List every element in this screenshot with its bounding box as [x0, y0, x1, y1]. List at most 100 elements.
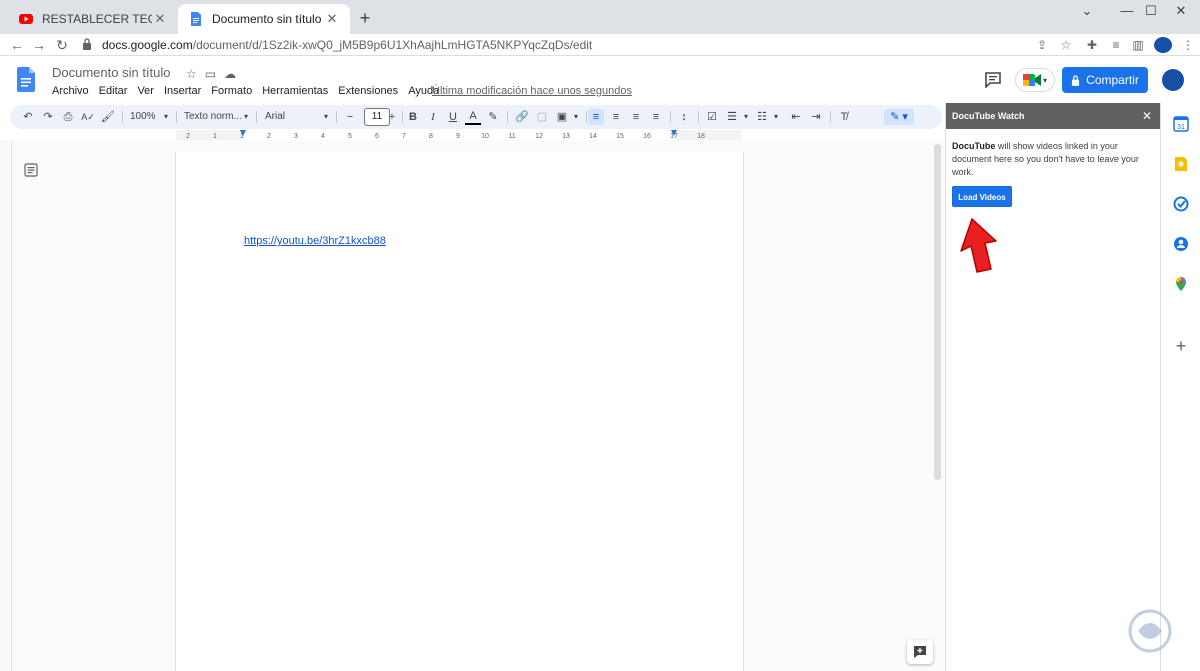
chevron-down-icon: ▾ [773, 112, 778, 121]
add-comment-icon[interactable]: ▢ [534, 109, 550, 125]
ruler-tick-label: 2 [186, 133, 190, 140]
decrease-font-size-button[interactable]: − [342, 109, 358, 125]
contacts-icon[interactable] [1173, 236, 1189, 252]
menu-archivo[interactable]: Archivo [52, 85, 89, 97]
cloud-status-icon[interactable]: ☁ [224, 67, 236, 81]
lock-icon [1072, 74, 1080, 86]
lock-icon[interactable] [78, 36, 96, 54]
align-left-button[interactable]: ≡ [588, 109, 604, 125]
chevron-down-icon: ▾ [163, 112, 168, 121]
maps-icon[interactable] [1173, 276, 1189, 292]
extensions-puzzle-icon[interactable]: ✚ [1084, 37, 1100, 53]
align-center-button[interactable]: ≡ [608, 109, 624, 125]
underline-button[interactable]: U [445, 109, 461, 125]
increase-indent-icon[interactable]: ⇥ [808, 109, 824, 125]
browser-tab-docs[interactable]: Documento sin título - Docum ✕ [178, 4, 350, 34]
italic-button[interactable]: I [425, 109, 441, 125]
ruler-tick-label: 8 [429, 133, 433, 140]
redo-icon[interactable]: ↷ [40, 109, 56, 125]
meet-button[interactable]: ▾ [1015, 68, 1055, 92]
keep-icon[interactable] [1173, 156, 1189, 172]
ruler-tick-label: 5 [348, 133, 352, 140]
clear-formatting-icon[interactable]: T̸ [836, 109, 852, 125]
menu-insertar[interactable]: Insertar [164, 85, 201, 97]
checklist-icon[interactable]: ☑ [704, 109, 720, 125]
menu-herramientas[interactable]: Herramientas [262, 85, 328, 97]
chevron-down-icon: ▾ [323, 112, 328, 121]
reading-list-icon[interactable]: ≡ [1108, 37, 1124, 53]
spellcheck-icon[interactable]: A✓ [80, 109, 96, 125]
print-icon[interactable]: ⎙ [60, 109, 76, 125]
google-docs-logo-icon[interactable] [17, 67, 35, 92]
chevron-down-icon: ▾ [743, 112, 748, 121]
menu-extensiones[interactable]: Extensiones [338, 85, 398, 97]
tasks-icon[interactable] [1173, 196, 1189, 212]
close-icon[interactable]: ✕ [1142, 103, 1152, 129]
meet-icon [1022, 74, 1041, 86]
new-tab-button[interactable]: + [356, 9, 374, 27]
close-icon[interactable]: ✕ [324, 11, 340, 27]
last-modified-link[interactable]: Última modificación hace unos segundos [432, 85, 632, 97]
formatting-toolbar: ↶ ↷ ⎙ A✓ 🖌 100% ▾ Texto norm... ▾ Arial … [10, 105, 942, 129]
ruler-tick-label: 6 [375, 133, 379, 140]
explore-button[interactable] [907, 640, 933, 664]
star-icon[interactable]: ☆ [186, 67, 197, 81]
horizontal-ruler: 2 1 1 2 3 4 5 6 7 8 9 10 11 12 13 14 15 16 17 18 [176, 130, 742, 140]
vertical-ruler [0, 140, 12, 671]
justify-button[interactable]: ≡ [648, 109, 664, 125]
link-icon[interactable]: 🔗 [514, 109, 530, 125]
ruler-tick-label: 18 [697, 133, 705, 140]
align-right-button[interactable]: ≡ [628, 109, 644, 125]
document-page[interactable] [175, 152, 744, 671]
account-avatar[interactable] [1162, 69, 1184, 91]
undo-icon[interactable]: ↶ [20, 109, 36, 125]
ruler-tick-label: 17 [670, 133, 678, 140]
document-title[interactable]: Documento sin título [52, 65, 171, 80]
decrease-indent-icon[interactable]: ⇤ [788, 109, 804, 125]
move-folder-icon[interactable]: ▭ [205, 67, 216, 81]
menu-ver[interactable]: Ver [137, 85, 154, 97]
watermark-logo-icon [1128, 609, 1172, 653]
increase-font-size-button[interactable]: + [384, 109, 400, 125]
menu-editar[interactable]: Editar [99, 85, 128, 97]
url-input[interactable]: docs.google.com/document/d/1Sz2ik-xwQ0_j… [102, 36, 972, 54]
panel-description: DocuTube will show videos linked in your… [952, 140, 1152, 179]
back-button[interactable]: ← [8, 36, 26, 54]
text-color-button[interactable]: A [465, 109, 481, 125]
paint-format-icon[interactable]: 🖌 [100, 109, 116, 125]
font-select[interactable]: Arial [265, 109, 315, 125]
bold-button[interactable]: B [405, 109, 421, 125]
paragraph-style-select[interactable]: Texto norm... [184, 109, 244, 125]
editing-mode-button[interactable]: ✎ ▾ [884, 109, 914, 125]
load-videos-button[interactable]: Load Videos [952, 186, 1012, 207]
add-comment-icon [914, 646, 926, 658]
highlight-icon[interactable]: ✎ [485, 109, 501, 125]
share-button[interactable]: Compartir [1062, 67, 1148, 93]
youtube-link[interactable]: https://youtu.be/3hrZ1kxcb88 [244, 235, 386, 247]
star-icon[interactable]: ☆ [1058, 37, 1074, 53]
reload-button[interactable]: ↻ [53, 36, 71, 54]
ruler-tick-label: 4 [321, 133, 325, 140]
menu-formato[interactable]: Formato [211, 85, 252, 97]
close-icon[interactable]: ✕ [152, 11, 168, 27]
add-addon-icon[interactable]: + [1173, 337, 1189, 355]
side-rail: 31 + [1160, 103, 1200, 671]
ruler-tick-label: 10 [481, 133, 489, 140]
youtube-icon [19, 14, 33, 24]
forward-button[interactable]: → [30, 36, 48, 54]
browser-tab-youtube[interactable]: RESTABLECER TECLADO Window ✕ [8, 4, 178, 34]
document-outline-icon[interactable] [24, 163, 38, 177]
more-menu-icon[interactable]: ⋮ [1180, 37, 1196, 53]
ruler-tick-label: 11 [508, 133, 515, 140]
docs-icon [191, 12, 201, 26]
line-spacing-icon[interactable]: ↕ [676, 109, 692, 125]
side-panel-icon[interactable]: ▥ [1130, 37, 1146, 53]
comment-history-icon[interactable] [984, 72, 1002, 88]
ruler-tick-label: 3 [294, 133, 298, 140]
profile-avatar[interactable] [1154, 37, 1172, 53]
scrollbar[interactable] [934, 144, 941, 480]
share-page-icon[interactable]: ⇪ [1034, 37, 1050, 53]
window-close-button[interactable]: ✕ [1158, 0, 1200, 22]
calendar-icon[interactable]: 31 [1173, 116, 1189, 132]
browser-tab-strip: RESTABLECER TECLADO Window ✕ Documento s… [0, 0, 1200, 34]
